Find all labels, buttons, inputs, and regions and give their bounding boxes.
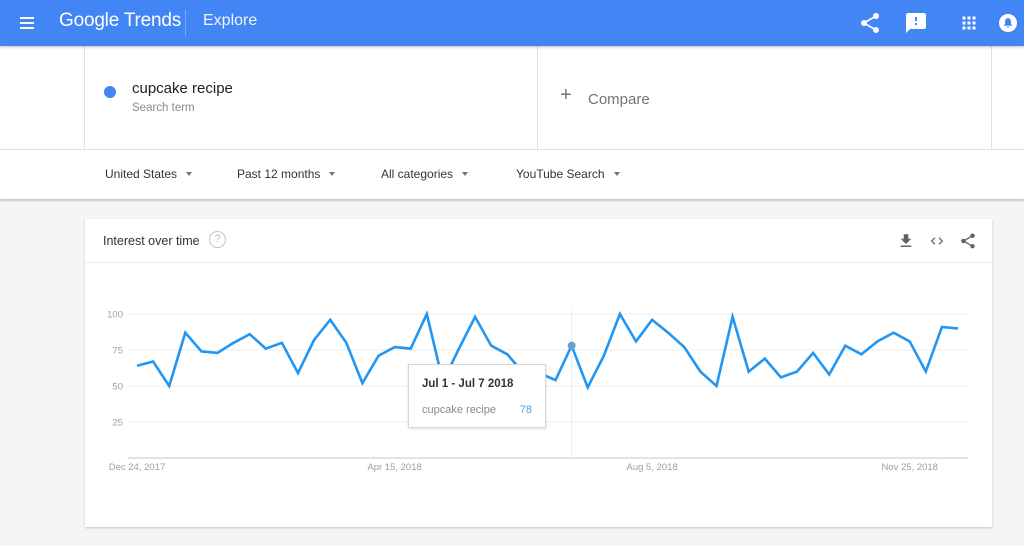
data-point[interactable] [135, 364, 139, 368]
data-point[interactable] [666, 331, 670, 335]
data-point[interactable] [779, 375, 783, 379]
data-point[interactable] [763, 357, 767, 361]
data-point[interactable] [956, 326, 960, 330]
data-point[interactable] [505, 352, 509, 356]
data-point[interactable] [280, 341, 284, 345]
share-icon[interactable] [858, 11, 882, 35]
data-point[interactable] [473, 315, 477, 319]
data-point[interactable] [264, 347, 268, 351]
data-point[interactable] [215, 351, 219, 355]
section-title: Explore [203, 12, 258, 29]
data-point[interactable] [328, 318, 332, 322]
account-icon[interactable] [996, 11, 1020, 35]
data-point[interactable] [682, 345, 686, 349]
x-tick-label: Aug 5, 2018 [627, 462, 678, 473]
top-app-bar: Google Trends Explore [0, 0, 1024, 46]
data-point[interactable] [586, 385, 590, 389]
data-point[interactable] [183, 331, 187, 335]
tooltip-term: cupcake recipe [422, 404, 496, 416]
data-point[interactable] [344, 341, 348, 345]
data-point[interactable] [715, 384, 719, 388]
data-point[interactable] [811, 351, 815, 355]
data-point[interactable] [409, 347, 413, 351]
data-point[interactable] [199, 349, 203, 353]
data-point[interactable] [602, 354, 606, 358]
data-point[interactable] [425, 312, 429, 316]
data-point[interactable] [908, 339, 912, 343]
y-tick-label: 100 [107, 310, 123, 321]
google-trends-logo[interactable]: Google Trends [59, 10, 181, 32]
data-point[interactable] [843, 344, 847, 348]
feedback-icon[interactable] [904, 11, 928, 35]
data-point[interactable] [489, 344, 493, 348]
appbar-divider [185, 10, 186, 36]
logo-google-text: Google [59, 10, 120, 31]
x-tick-label: Apr 15, 2018 [367, 462, 421, 473]
tooltip-value: 78 [519, 404, 532, 416]
data-point[interactable] [859, 352, 863, 356]
data-point[interactable] [248, 332, 252, 336]
x-tick-label: Nov 25, 2018 [881, 462, 938, 473]
hover-point [567, 341, 576, 350]
data-point[interactable] [650, 318, 654, 322]
tooltip-date: Jul 1 - Jul 7 2018 [422, 378, 514, 390]
data-point[interactable] [634, 339, 638, 343]
data-point[interactable] [940, 325, 944, 329]
series-line-cupcake-recipe[interactable] [136, 310, 959, 391]
data-point[interactable] [151, 360, 155, 364]
x-tick-label: Dec 24, 2017 [109, 462, 166, 473]
apps-grid-icon[interactable] [957, 11, 981, 35]
menu-icon[interactable] [18, 13, 38, 33]
y-tick-label: 50 [112, 382, 123, 393]
data-point[interactable] [747, 370, 751, 374]
interest-line-chart[interactable]: 25 50 75 100 Dec 24, 2017 Apr 15, 2018 Aug 5,… [0, 0, 1024, 546]
data-point[interactable] [876, 339, 880, 343]
logo-trends-text: Trends [123, 10, 182, 31]
data-point[interactable] [167, 384, 171, 388]
data-point[interactable] [827, 372, 831, 376]
data-point[interactable] [393, 345, 397, 349]
data-point[interactable] [731, 315, 735, 319]
data-point[interactable] [232, 341, 236, 345]
data-point[interactable] [892, 331, 896, 335]
data-point[interactable] [924, 370, 928, 374]
data-point[interactable] [360, 381, 364, 385]
data-point[interactable] [457, 347, 461, 351]
chart-tooltip: Jul 1 - Jul 7 2018 cupcake recipe 78 [408, 364, 546, 428]
data-point[interactable] [618, 312, 622, 316]
data-point[interactable] [312, 338, 316, 342]
y-tick-label: 25 [112, 418, 123, 429]
y-tick-label: 75 [112, 346, 123, 357]
data-point[interactable] [376, 354, 380, 358]
data-point[interactable] [296, 371, 300, 375]
data-point[interactable] [795, 370, 799, 374]
data-point[interactable] [554, 378, 558, 382]
data-point[interactable] [698, 370, 702, 374]
